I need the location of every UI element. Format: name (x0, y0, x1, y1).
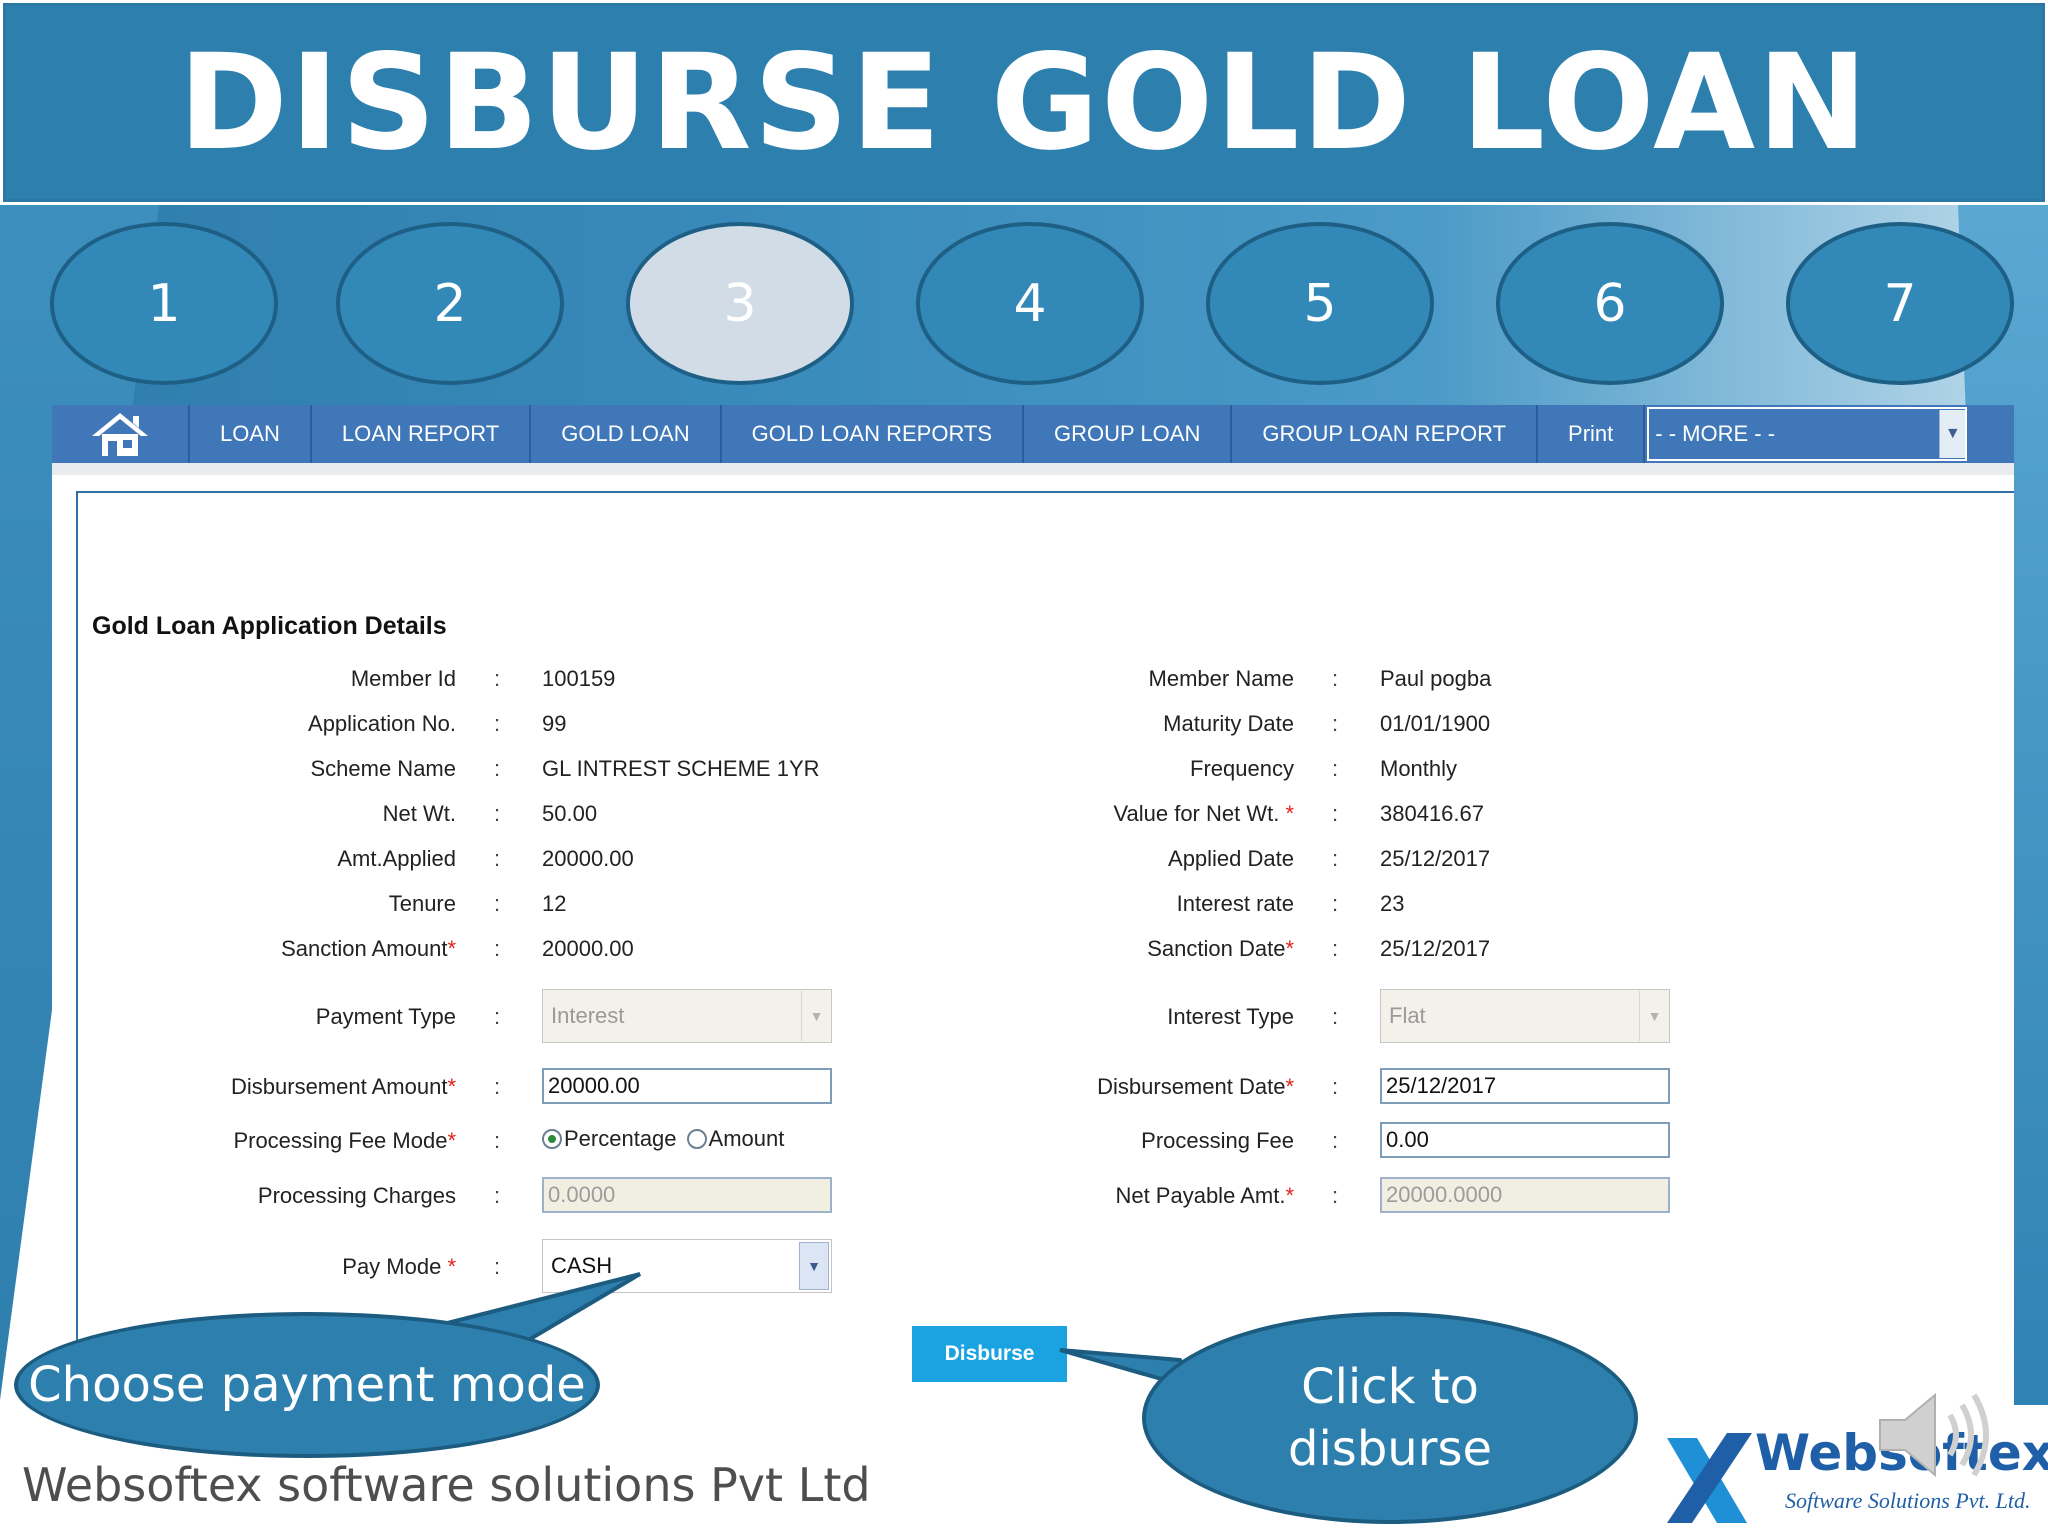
callout-choose-payment-mode: Choose payment mode (14, 1312, 600, 1458)
logo-tagline: Software Solutions Pvt. Ltd. (1785, 1488, 2031, 1513)
footer-company-text: Websoftex software solutions Pvt Ltd (22, 1458, 871, 1512)
callout-tail-left (419, 1272, 1205, 1394)
callout-click-to-disburse: Click to disburse (1142, 1312, 1638, 1524)
slide: DISBURSE GOLD LOAN 1 2 3 4 5 6 7 LOAN LO… (0, 0, 2048, 1536)
speaker-icon[interactable] (1870, 1380, 2010, 1490)
logo-x-icon (1667, 1433, 1752, 1523)
